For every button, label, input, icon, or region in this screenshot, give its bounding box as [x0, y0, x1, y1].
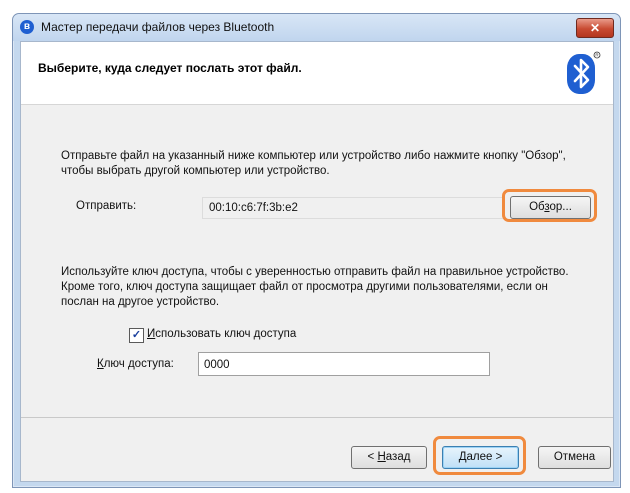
browse-button[interactable]: Обзор...: [510, 196, 591, 219]
use-passkey-checkbox[interactable]: ✓: [129, 328, 144, 343]
passkey-description: Используйте ключ доступа, чтобы с уверен…: [61, 266, 569, 308]
page-heading: Выберите, куда следует послать этот файл…: [38, 61, 302, 75]
use-passkey-label[interactable]: Использовать ключ доступа: [147, 328, 296, 340]
wizard-footer: < Назад Далее > Отмена: [21, 417, 613, 482]
wizard-header: Выберите, куда следует послать этот файл…: [21, 42, 613, 105]
send-description: Отправьте файл на указанный ниже компьют…: [61, 150, 566, 177]
back-button[interactable]: < Назад: [351, 446, 427, 469]
next-button[interactable]: Далее >: [442, 446, 519, 469]
svg-text:R: R: [595, 53, 599, 58]
bluetooth-icon: ʙ: [20, 20, 34, 34]
wizard-window: ʙ Мастер передачи файлов через Bluetooth…: [12, 13, 621, 488]
cancel-button[interactable]: Отмена: [538, 446, 611, 469]
wizard-content: Отправьте файл на указанный ниже компьют…: [21, 105, 613, 417]
wizard-client-area: Выберите, куда следует послать этот файл…: [20, 41, 614, 482]
close-button[interactable]: ✕: [576, 18, 614, 38]
send-label: Отправить:: [76, 200, 137, 212]
send-address-field: 00:10:c6:7f:3b:e2: [202, 197, 505, 219]
window-title: Мастер передачи файлов через Bluetooth: [41, 20, 275, 34]
passkey-label: Ключ доступа:: [97, 358, 174, 370]
title-bar: ʙ Мастер передачи файлов через Bluetooth…: [13, 14, 620, 41]
passkey-input[interactable]: 0000: [198, 352, 490, 376]
bluetooth-logo-icon: R: [567, 51, 601, 94]
